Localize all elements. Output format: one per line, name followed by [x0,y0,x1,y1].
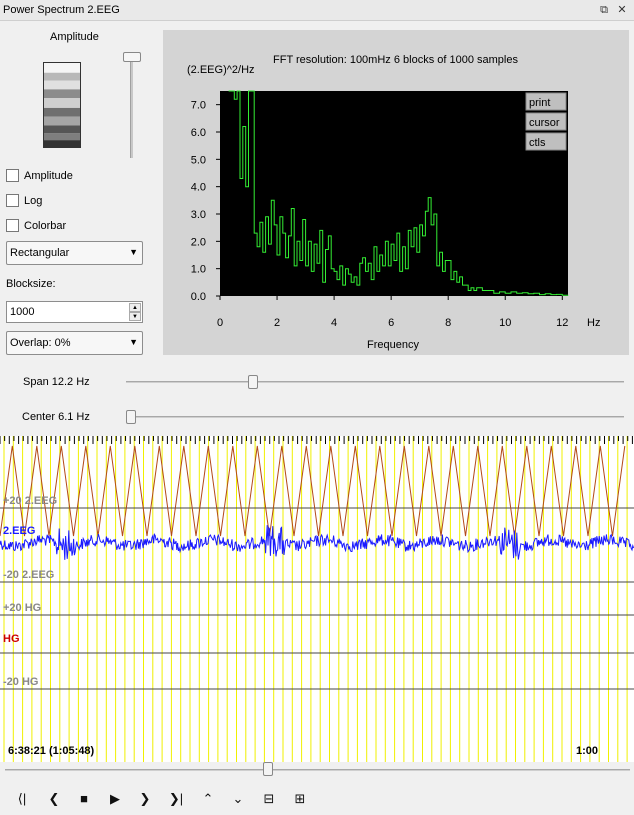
time-scroll-track[interactable] [5,769,630,771]
colorbar-preview [43,62,81,148]
eeg-2-lower-label: -20 2.EEG [3,569,54,581]
blocksize-label: Blocksize: [6,278,56,290]
x-tick-label: 12 [556,317,568,329]
spin-up-icon[interactable]: ▲ [129,303,141,312]
print-button-label: print [529,97,550,109]
channel-up-icon[interactable]: ⌃ [197,790,219,808]
y-tick-label: 4.0 [191,182,206,194]
amplitude-slider-track[interactable] [130,52,133,158]
zoom-out-icon[interactable]: ⊟ [258,790,280,808]
time-scroll-handle[interactable] [263,762,274,776]
next-icon[interactable]: ❯ [134,790,156,808]
cursor-button-label: cursor [529,117,560,129]
channel-down-icon[interactable]: ⌄ [227,790,249,808]
y-tick-label: 0.0 [191,291,206,303]
colorbar-checkbox-label: Colorbar [24,220,67,232]
y-tick-label: 6.0 [191,127,206,139]
hg-lower-label: -20 HG [3,676,38,688]
y-tick-label: 7.0 [191,100,206,112]
ctls-button-label: ctls [529,137,546,149]
amplitude-checkbox[interactable] [6,169,19,182]
x-tick-label: 8 [445,317,451,329]
amplitude-heading: Amplitude [50,31,99,43]
x-tick-label: 0 [217,317,223,329]
y-tick-label: 1.0 [191,264,206,276]
chevron-down-icon: ▼ [129,337,138,347]
restore-icon[interactable]: ⧉ [597,3,611,17]
y-tick-label: 2.0 [191,236,206,248]
spectrum-header: FFT resolution: 100mHz 6 blocks of 1000 … [273,54,518,66]
center-slider-track[interactable] [126,416,624,418]
y-tick-label: 3.0 [191,209,206,221]
x-tick-label: 6 [388,317,394,329]
print-button[interactable]: print [525,92,567,111]
blocksize-spinbox[interactable]: 1000 ▲ ▼ [6,301,143,323]
last-page-icon[interactable]: ❯| [165,790,187,808]
span-slider-handle[interactable] [248,375,258,389]
spectrum-panel: FFT resolution: 100mHz 6 blocks of 1000 … [163,30,629,355]
time-window-label: 1:00 [576,745,599,757]
zoom-in-icon[interactable]: ⊞ [289,790,311,808]
window-title: Power Spectrum 2.EEG [3,4,120,16]
span-slider-track[interactable] [126,381,624,383]
x-tick-label: 2 [274,317,280,329]
stop-icon[interactable]: ■ [73,790,95,808]
eeg-viewer[interactable]: +20 2.EEG 2.EEG -20 2.EEG +20 HG HG -20 … [0,436,634,762]
eeg-2-channel-label[interactable]: 2.EEG [3,525,35,537]
span-label: Span 12.2 Hz [23,376,90,388]
window-function-value: Rectangular [10,247,70,259]
overlap-value: Overlap: 0% [10,337,71,349]
chevron-down-icon: ▼ [129,247,138,257]
log-checkbox[interactable] [6,194,19,207]
time-position-label: 6:38:21 (1:05:48) [8,745,95,757]
center-label: Center 6.1 Hz [22,411,90,423]
hg-upper-label: +20 HG [3,602,41,614]
hg-channel-label[interactable]: HG [3,633,20,645]
spectrum-ylabel: (2.EEG)^2/Hz [187,64,255,76]
eeg-2-upper-label: +20 2.EEG [3,495,57,507]
ctls-button[interactable]: ctls [525,132,567,151]
title-bar: Power Spectrum 2.EEG ⧉ ✕ [0,0,634,21]
eeg-traces[interactable]: +20 2.EEG 2.EEG -20 2.EEG +20 HG HG -20 … [0,436,634,762]
play-icon[interactable]: ▶ [104,790,126,808]
x-tick-label: 10 [499,317,511,329]
overlap-select[interactable]: Overlap: 0% ▼ [6,331,143,355]
eeg-overlay-trace [0,445,626,537]
previous-icon[interactable]: ❮ [43,790,65,808]
amplitude-checkbox-label: Amplitude [24,170,73,182]
spectrum-xunit: Hz [587,317,600,329]
window-function-select[interactable]: Rectangular ▼ [6,241,143,265]
center-slider-handle[interactable] [126,410,136,424]
x-tick-label: 4 [331,317,337,329]
spectrum-xlabel: Frequency [367,339,419,351]
spin-down-icon[interactable]: ▼ [129,312,141,321]
y-tick-label: 5.0 [191,154,206,166]
log-checkbox-label: Log [24,195,43,207]
first-page-icon[interactable]: ⟨| [11,790,33,808]
colorbar-checkbox[interactable] [6,219,19,232]
plot-area[interactable] [220,91,568,296]
close-icon[interactable]: ✕ [615,3,629,17]
amplitude-slider-handle[interactable] [123,52,141,62]
spectrum-chart[interactable]: FFT resolution: 100mHz 6 blocks of 1000 … [163,30,629,355]
blocksize-value: 1000 [10,306,35,318]
cursor-button[interactable]: cursor [525,112,567,131]
